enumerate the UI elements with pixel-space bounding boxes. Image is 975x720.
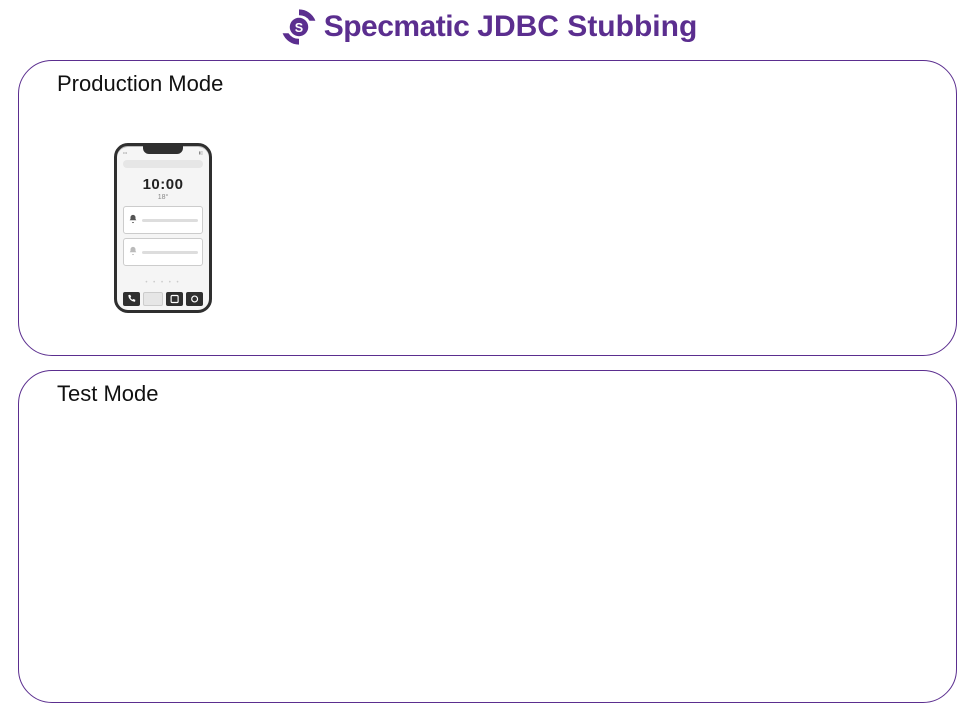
test-panel-label: Test Mode xyxy=(57,381,159,407)
phone-dock xyxy=(123,292,203,306)
production-panel-label: Production Mode xyxy=(57,71,223,97)
phone-page-dots: • • • • • xyxy=(117,280,209,286)
specmatic-logo-icon: S xyxy=(278,6,320,48)
phone-weather: 18° xyxy=(117,194,209,201)
phone-app-icon xyxy=(186,292,203,306)
phone-notification-card xyxy=(123,238,203,266)
phone-notification-card xyxy=(123,206,203,234)
brand-logo: S Specmatic xyxy=(278,6,470,48)
phone-status-bar: •••▮▯ xyxy=(123,150,203,155)
brand-name: Specmatic xyxy=(324,10,470,44)
page-header: S Specmatic JDBC Stubbing xyxy=(0,0,975,48)
bell-icon xyxy=(128,211,138,229)
placeholder-line xyxy=(142,219,198,222)
phone-app-icon xyxy=(143,292,162,306)
phone-search-bar xyxy=(123,160,203,168)
page-title: JDBC Stubbing xyxy=(477,10,697,44)
test-panel: Test Mode xyxy=(18,370,957,703)
bell-icon xyxy=(128,243,138,261)
phone-time: 10:00 xyxy=(117,176,209,193)
placeholder-line xyxy=(142,251,198,254)
svg-text:S: S xyxy=(295,21,303,35)
phone-app-icon xyxy=(166,292,183,306)
production-panel: Production Mode •••▮▯ 10:00 18° • • • • … xyxy=(18,60,957,356)
phone-app-icon xyxy=(123,292,140,306)
phone-illustration: •••▮▯ 10:00 18° • • • • • xyxy=(114,143,212,313)
